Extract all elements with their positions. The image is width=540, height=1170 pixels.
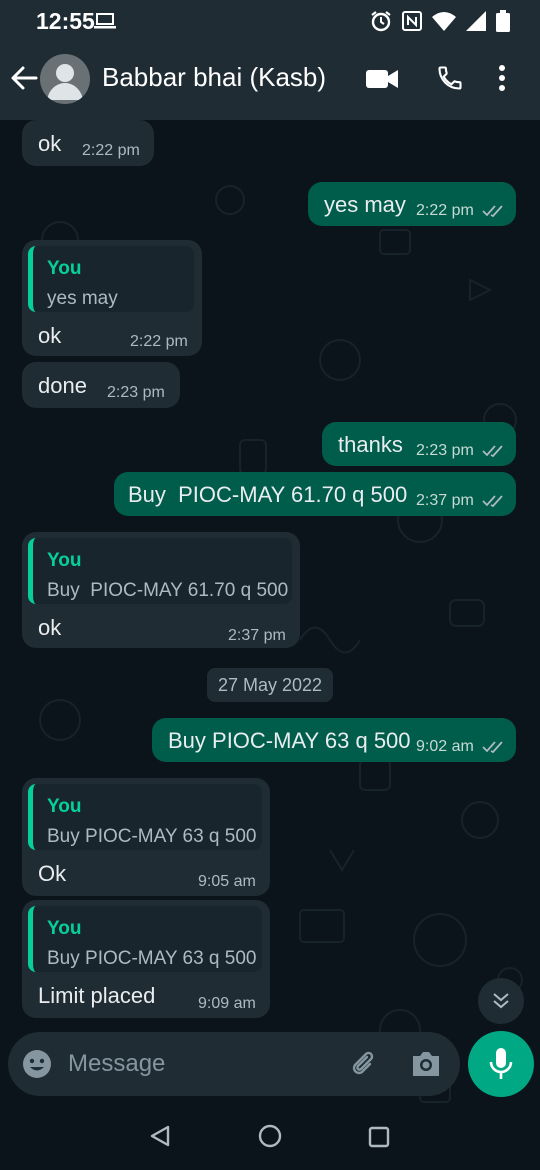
wifi-icon (432, 11, 456, 36)
mic-icon (489, 1048, 513, 1079)
message-text: ok (38, 615, 62, 640)
scroll-to-bottom-button[interactable] (478, 978, 524, 1024)
emoji-icon[interactable] (22, 1049, 52, 1084)
status-icons: x (370, 10, 510, 37)
signal-icon: x (466, 11, 486, 36)
voice-message-button[interactable] (468, 1031, 534, 1097)
nav-back-icon[interactable] (148, 1124, 172, 1153)
message-incoming-reply[interactable]: You Buy PIOC-MAY 61.70 q 500 ok 2:37 pm (22, 532, 300, 648)
message-time: 2:22 pm (130, 333, 188, 350)
quote-text: Buy PIOC-MAY 63 q 500 (47, 826, 257, 847)
message-text: done (38, 373, 87, 398)
message-text: thanks (338, 432, 403, 457)
read-ticks-icon (482, 495, 503, 508)
quote-author: You (47, 258, 82, 279)
video-call-icon[interactable] (366, 68, 398, 95)
quote-author: You (47, 550, 82, 571)
message-time: 2:22 pm (416, 202, 474, 219)
svg-text:x: x (474, 12, 478, 21)
nfc-icon (402, 11, 422, 36)
message-text: ok (38, 323, 62, 348)
message-outgoing[interactable]: thanks 2:23 pm (322, 422, 516, 466)
phone-icon[interactable] (436, 64, 464, 97)
quoted-message[interactable]: You Buy PIOC-MAY 61.70 q 500 (28, 538, 292, 604)
quote-author: You (47, 918, 82, 939)
quote-text: Buy PIOC-MAY 63 q 500 (47, 948, 257, 969)
read-ticks-icon (482, 205, 503, 218)
more-options-icon[interactable] (498, 64, 506, 97)
nav-recents-icon[interactable] (368, 1126, 390, 1153)
back-arrow-icon[interactable] (10, 64, 38, 97)
message-time: 2:23 pm (416, 442, 474, 459)
attach-icon[interactable] (348, 1048, 380, 1085)
quote-text: yes may (47, 288, 118, 309)
message-time: 9:09 am (198, 995, 256, 1012)
system-nav-bar (0, 1104, 540, 1170)
message-text: ok (38, 131, 62, 156)
message-text: Limit placed (38, 983, 156, 1008)
status-time: 12:55 (36, 8, 95, 34)
message-outgoing[interactable]: yes may 2:22 pm (308, 182, 516, 226)
read-ticks-icon (482, 741, 503, 754)
message-outgoing[interactable]: Buy PIOC-MAY 61.70 q 500 2:37 pm (114, 472, 516, 516)
camera-icon[interactable] (410, 1050, 442, 1083)
message-incoming-reply[interactable]: You yes may ok 2:22 pm (22, 240, 202, 356)
scroll-down-icon (493, 993, 509, 1009)
message-incoming[interactable]: done 2:23 pm (22, 362, 180, 408)
app-header: 12:55 x Babbar bhai (Kasb) (0, 0, 540, 120)
contact-name[interactable]: Babbar bhai (Kasb) (102, 62, 326, 93)
message-composer (8, 1032, 460, 1096)
battery-icon (496, 10, 510, 37)
message-text: Buy PIOC-MAY 63 q 500 (168, 728, 411, 753)
screen-cast-icon (94, 12, 116, 35)
message-outgoing[interactable]: Buy PIOC-MAY 63 q 500 9:02 am (152, 718, 516, 762)
chat-area[interactable]: ok 2:22 pm yes may 2:22 pm You yes may o… (0, 120, 540, 1120)
avatar-icon (47, 64, 83, 100)
message-text: Buy PIOC-MAY 61.70 q 500 (128, 482, 408, 507)
message-time: 2:22 pm (82, 142, 140, 159)
message-time: 2:23 pm (107, 384, 165, 401)
alarm-icon (370, 10, 392, 37)
quoted-message[interactable]: You Buy PIOC-MAY 63 q 500 (28, 906, 262, 972)
nav-home-icon[interactable] (258, 1124, 282, 1153)
quoted-message[interactable]: You yes may (28, 246, 194, 312)
avatar[interactable] (40, 54, 90, 104)
quote-author: You (47, 796, 82, 817)
message-text: Ok (38, 861, 67, 886)
message-time: 9:02 am (416, 738, 474, 755)
message-text: yes may (324, 192, 406, 217)
message-time: 2:37 pm (228, 627, 286, 644)
message-incoming-reply[interactable]: You Buy PIOC-MAY 63 q 500 Limit placed 9… (22, 900, 270, 1018)
message-incoming[interactable]: ok 2:22 pm (22, 120, 154, 166)
quote-text: Buy PIOC-MAY 61.70 q 500 (47, 580, 289, 601)
read-ticks-icon (482, 445, 503, 458)
date-divider: 27 May 2022 (207, 668, 333, 702)
message-time: 9:05 am (198, 873, 256, 890)
message-input[interactable] (68, 1046, 328, 1082)
quoted-message[interactable]: You Buy PIOC-MAY 63 q 500 (28, 784, 262, 850)
message-incoming-reply[interactable]: You Buy PIOC-MAY 63 q 500 Ok 9:05 am (22, 778, 270, 896)
message-time: 2:37 pm (416, 492, 474, 509)
